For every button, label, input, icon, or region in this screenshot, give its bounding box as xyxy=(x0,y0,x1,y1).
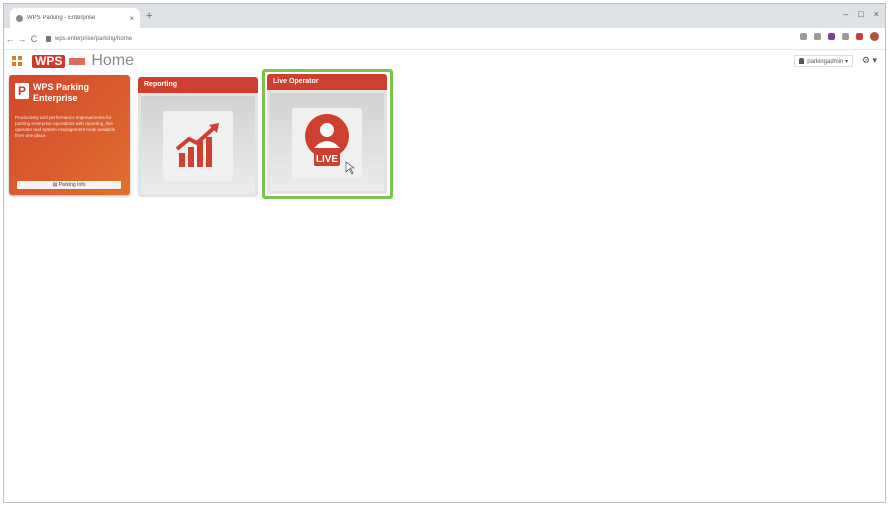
window-controls: – □ × xyxy=(843,9,879,19)
reload-button[interactable]: C xyxy=(28,34,40,44)
reporting-tile-title: Reporting xyxy=(138,77,258,93)
extension-icons xyxy=(800,32,879,41)
app-header: WPS Home parkingadmin ▾ ⚙ ▾ xyxy=(4,50,885,72)
tab-close-icon[interactable]: × xyxy=(129,14,134,23)
settings-menu[interactable]: ⚙ ▾ xyxy=(862,55,877,66)
new-tab-button[interactable]: + xyxy=(146,10,152,22)
close-window-button[interactable]: × xyxy=(874,9,879,19)
extension-icon[interactable] xyxy=(842,33,849,40)
url-text: wps.enterprise/parking/home xyxy=(55,35,133,42)
product-info-tile: P WPS Parking Enterprise Productivity an… xyxy=(9,75,130,195)
live-operator-tile-title: Live Operator xyxy=(267,74,387,90)
forward-button[interactable]: → xyxy=(16,34,28,44)
extension-icon[interactable] xyxy=(828,33,835,40)
browser-toolbar: ← → C wps.enterprise/parking/home xyxy=(4,28,885,50)
browser-window: WPS Parking - Enterprise × + – □ × ← → C… xyxy=(3,3,886,503)
parking-info-button[interactable]: ▤ Parking Info xyxy=(17,181,121,189)
reporting-chart-icon xyxy=(163,111,233,181)
lock-icon xyxy=(46,35,51,42)
reporting-tile[interactable]: Reporting xyxy=(138,77,258,197)
tab-strip: WPS Parking - Enterprise × + – □ × xyxy=(4,4,885,28)
user-menu[interactable]: parkingadmin ▾ xyxy=(794,55,853,67)
product-description: Productivity and performance improvement… xyxy=(15,115,116,138)
extension-icon[interactable] xyxy=(856,33,863,40)
user-name: parkingadmin ▾ xyxy=(807,58,848,65)
minimize-button[interactable]: – xyxy=(843,9,848,19)
live-badge-text: LIVE xyxy=(316,154,339,165)
tab-title: WPS Parking - Enterprise xyxy=(27,15,96,21)
profile-avatar-icon[interactable] xyxy=(870,32,879,41)
product-title: WPS Parking Enterprise xyxy=(33,82,90,103)
page-title: Home xyxy=(91,52,135,69)
user-icon xyxy=(799,58,805,64)
parking-p-icon: P xyxy=(15,83,29,99)
app-launcher-icon[interactable] xyxy=(12,56,22,66)
browser-tab[interactable]: WPS Parking - Enterprise × xyxy=(10,8,140,28)
live-operator-icon: LIVE xyxy=(292,108,362,178)
share-icon[interactable] xyxy=(814,33,821,40)
bookmark-star-icon[interactable] xyxy=(800,33,807,40)
wps-logo[interactable]: WPS xyxy=(32,54,66,68)
logo-bar-icon xyxy=(69,57,86,65)
maximize-button[interactable]: □ xyxy=(858,9,863,19)
back-button[interactable]: ← xyxy=(4,34,16,44)
favicon-icon xyxy=(16,14,23,22)
address-bar[interactable]: wps.enterprise/parking/home xyxy=(46,31,606,47)
live-operator-tile[interactable]: Live Operator LIVE xyxy=(267,74,387,194)
